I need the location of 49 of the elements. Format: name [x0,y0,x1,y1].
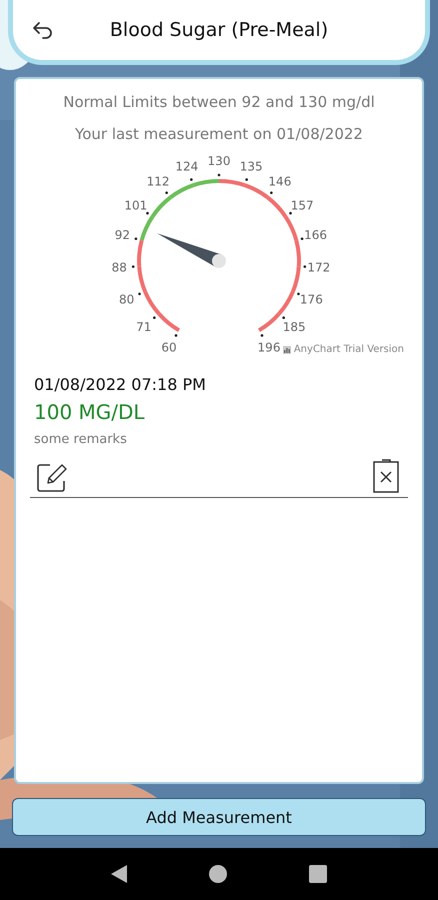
screen-title: Blood Sugar (Pre-Meal) [108,19,330,41]
tick-label: 176 [300,292,323,306]
credit-text: AnyChart Trial Version [294,344,404,355]
tick-mark [190,178,193,181]
tick-mark [297,292,300,296]
last-measurement-text: Your last measurement on 01/08/2022 [74,125,364,143]
limits-text: Normal Limits between 92 and 130 mg/dl [62,93,376,111]
edit-icon[interactable] [36,461,68,493]
tick-mark [134,237,138,240]
tick-label: 185 [282,320,306,334]
tick-mark [282,316,285,319]
tick-mark [153,316,156,319]
tick-mark [304,265,306,268]
measurement-datetime: 01/08/2022 07:18 PM [33,375,207,394]
tick-mark [260,334,264,337]
tick-label: 71 [136,320,152,334]
measurement-remarks: some remarks [33,432,128,447]
chart-icon [282,346,291,354]
tick-label: 166 [304,228,328,242]
tick-mark [270,191,273,194]
tick-mark [289,212,292,215]
delete-icon[interactable] [372,457,400,493]
needle-hub [212,254,226,268]
tick-mark [146,212,149,215]
tick-mark [174,334,178,337]
tick-mark [218,174,220,176]
tick-label: 172 [307,260,330,275]
back-icon[interactable] [31,20,55,40]
tick-label: 135 [240,159,263,174]
tick-mark [245,178,248,181]
measurement-value: 100 MG/DL [33,400,146,424]
tick-label: 157 [290,198,314,212]
tick-label: 124 [175,159,198,174]
tick-mark [132,265,134,268]
tick-label: 196 [258,340,280,355]
back-icon[interactable] [111,865,127,883]
tick-label: 60 [161,340,177,355]
tick-label: 130 [208,154,230,168]
add-measurement-button[interactable]: Add Measurement [12,798,426,836]
tick-label: 101 [124,198,148,212]
tick-mark [300,237,304,240]
tick-label: 80 [118,292,134,306]
tick-label: 88 [112,260,127,275]
tick-mark [138,292,141,296]
tick-label: 112 [146,174,170,189]
tick-mark [165,191,168,194]
tick-label: 92 [114,228,130,242]
home-icon[interactable] [209,865,227,883]
tick-label: 146 [268,174,292,189]
